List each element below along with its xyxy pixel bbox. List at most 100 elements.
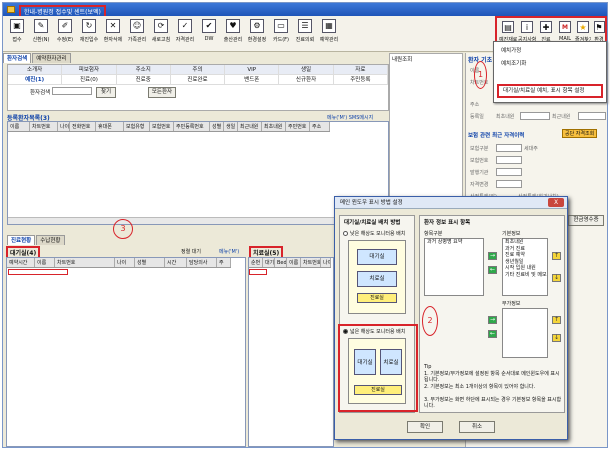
close-icon[interactable]: X [548, 198, 564, 207]
move-right-icon[interactable]: → [488, 316, 497, 324]
horizontal-scrollbar[interactable] [8, 217, 388, 224]
filter-option[interactable]: 진료완료 [170, 75, 226, 85]
toolbar-button-9[interactable]: ♥ 출산관리 [222, 19, 244, 49]
basic-info-list[interactable]: 최초내원 과거 진료 진료 예약 생년월일 시작 입원 내원 기타 진료비 및 … [502, 238, 548, 296]
move-left-icon[interactable]: ← [488, 266, 497, 274]
column-header[interactable]: 담당의사 [187, 258, 217, 267]
tab-payment-status[interactable]: 수납현황 [36, 235, 65, 245]
filter-header[interactable]: 주소지 [116, 65, 171, 75]
toolbar-button-8[interactable]: ✔ DW [198, 19, 220, 49]
tab-reservation[interactable]: 예약환자관리 [32, 53, 71, 63]
radio-icon[interactable] [343, 329, 348, 334]
toolbar-button-1[interactable]: ✎ 신환(N) [30, 19, 52, 49]
ins-field[interactable] [496, 144, 522, 152]
toolbar-button-5[interactable]: ☺ 가족관리 [126, 19, 148, 49]
filter-option[interactable]: 주민등록 [333, 75, 388, 85]
search-button[interactable]: 찾기 [96, 87, 116, 98]
column-header[interactable]: 차트번호 [301, 258, 321, 267]
move-up-icon[interactable]: ↑ [552, 252, 561, 260]
column-header[interactable]: 성별 [135, 258, 165, 267]
toolbar-button-11[interactable]: ▭ 카드(F) [270, 19, 292, 49]
tab-patient-search[interactable]: 환자검색 [3, 53, 32, 63]
menu-item-deposit-reset[interactable]: 예치조기화 [497, 59, 603, 70]
search-input[interactable] [52, 87, 92, 95]
radio-icon[interactable] [343, 231, 348, 236]
column-header[interactable]: 보험유형 [124, 122, 150, 131]
filter-header[interactable]: 피보험자 [62, 65, 117, 75]
column-header[interactable]: 차트번호 [30, 122, 58, 131]
toolbar-button-2[interactable]: ✐ 수정(E) [54, 19, 76, 49]
option-high-res[interactable]: 넓은 해상도 모니터용 배치 [343, 328, 405, 335]
ins-field[interactable] [496, 180, 522, 188]
option-low-res[interactable]: 낮은 해상도 모니터용 배치 [343, 230, 405, 237]
ok-button[interactable]: 확인 [407, 421, 443, 433]
move-down-icon[interactable]: ↓ [552, 334, 561, 342]
ins-label: 보험구분 [470, 146, 489, 152]
column-header[interactable]: 나이 [115, 258, 135, 267]
column-header[interactable]: 대기 [263, 258, 275, 267]
filter-header[interactable]: 주의 [170, 65, 226, 75]
last-visit-field[interactable] [578, 112, 606, 120]
column-header[interactable]: 시간 [165, 258, 187, 267]
move-up-icon[interactable]: ↑ [552, 316, 561, 324]
move-right-icon[interactable]: → [488, 252, 497, 260]
toolbar-button-13[interactable]: ▦ 예약관리 [318, 19, 340, 49]
list-item[interactable]: 과거 상병명 요약 [425, 239, 483, 246]
all-patients-button[interactable]: 모든환자 [148, 87, 176, 98]
cancel-button[interactable]: 취소 [459, 421, 495, 433]
filter-option[interactable]: 신규환자 [279, 75, 334, 85]
tab-treatment-status[interactable]: 진료현황 [7, 235, 36, 245]
column-header[interactable]: 주 [217, 258, 231, 267]
list-item[interactable]: 기타 진료비 및 메모 [503, 272, 547, 279]
column-header[interactable]: 이름 [287, 258, 301, 267]
column-header[interactable]: 순번 [249, 258, 263, 267]
ins-field[interactable] [496, 156, 522, 164]
column-header[interactable]: 주민번호 [286, 122, 310, 131]
column-header[interactable]: 성별 [210, 122, 224, 131]
filter-option[interactable]: 진료중 [116, 75, 171, 85]
column-header[interactable]: 최초내원 [262, 122, 286, 131]
column-header[interactable]: 전화번호 [70, 122, 96, 131]
column-header[interactable]: 휴대폰 [96, 122, 124, 131]
filter-header[interactable]: 자료 [333, 65, 388, 75]
column-header[interactable]: 나이 [58, 122, 70, 131]
column-header[interactable]: 주소 [310, 122, 330, 131]
column-header[interactable]: Bed [275, 258, 287, 267]
column-header[interactable]: 차트번호 [55, 258, 115, 267]
filter-header[interactable]: VIP [225, 65, 280, 75]
column-header[interactable]: 이름 [8, 122, 30, 131]
filter-header[interactable]: 생일 [279, 65, 334, 75]
extra-info-list[interactable] [502, 308, 548, 358]
menu-item-deposit[interactable]: 예치가정 [497, 46, 603, 57]
toolbar-button-7[interactable]: ✓ 자격관리 [174, 19, 196, 49]
toolbar-button-6[interactable]: ⟳ 새로고침 [150, 19, 172, 49]
move-down-icon[interactable]: ↓ [552, 274, 561, 282]
column-header[interactable]: 보험번호 [150, 122, 174, 131]
item-category-list[interactable]: 과거 상병명 요약 [424, 238, 484, 296]
filter-header[interactable]: 소개자 [8, 65, 63, 75]
filter-option[interactable]: 예진(1) [8, 75, 63, 85]
ins-field[interactable] [496, 168, 522, 176]
list-menu[interactable]: 메뉴('M') SMS메시지 [327, 114, 373, 121]
cash-receipt-button[interactable]: 현금영수증 [568, 215, 604, 226]
toolbar-button-12[interactable]: ☰ 진료의뢰 [294, 19, 316, 49]
column-header[interactable]: 이름 [35, 258, 55, 267]
column-header[interactable]: 생일 [224, 122, 238, 131]
filter-option[interactable]: 밴드폰 [225, 75, 280, 85]
nhis-lookup-button[interactable]: 공단 자격조회 [562, 129, 598, 138]
column-header[interactable]: 최근내원 [238, 122, 262, 131]
tip-line: 3. 부가정보는 화면 하단에 표시되는 경우 기본정보 항목을 표시합니다. [424, 397, 562, 409]
first-visit-field[interactable] [520, 112, 550, 120]
toolbar-button-3[interactable]: ↻ 재진입수 [78, 19, 100, 49]
move-left-icon[interactable]: ← [488, 330, 497, 338]
menu-item-display-settings[interactable]: 대기실/치료실 예치, 표시 항목 설정 [497, 84, 603, 98]
toolbar-button-4[interactable]: ✕ 환자삭제 [102, 19, 124, 49]
filter-option[interactable]: 진료(0) [62, 75, 117, 85]
column-header[interactable]: 나이 [321, 258, 331, 267]
column-header[interactable]: 예약시간 [7, 258, 35, 267]
toolbar-button-0[interactable]: ▣ 접수 [6, 19, 28, 49]
sort-select[interactable]: 정렬 대기 [181, 248, 201, 255]
waiting-menu[interactable]: 메뉴('M') [219, 248, 239, 255]
column-header[interactable]: 주민등록번호 [174, 122, 210, 131]
toolbar-button-10[interactable]: ⚙ 환경설정 [246, 19, 268, 49]
